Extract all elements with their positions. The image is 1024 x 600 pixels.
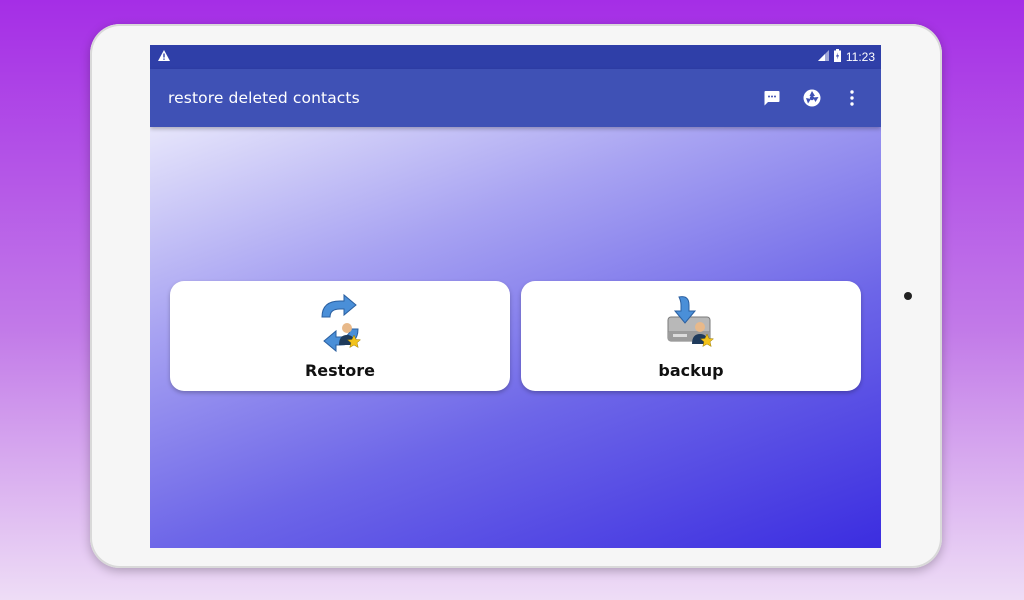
camera-dot [904,292,912,300]
overflow-menu-icon[interactable] [841,87,863,109]
status-indicators: 11:23 [817,49,875,65]
app-bar: restore deleted contacts [150,69,881,127]
app-title: restore deleted contacts [168,89,360,107]
warning-icon [158,50,170,64]
battery-icon [833,49,841,65]
status-bar: 11:23 [150,45,881,69]
app-bar-actions [761,87,863,109]
main-content: Restore backup [150,127,881,548]
app-screen: 11:23 restore deleted contacts Restore b… [150,45,881,548]
restore-button[interactable]: Restore [170,281,510,391]
message-icon[interactable] [761,87,783,109]
backup-contacts-icon [665,293,717,355]
restore-label: Restore [304,361,376,380]
backup-label: backup [658,361,724,380]
signal-icon [817,50,829,64]
restore-contacts-icon [314,293,366,355]
backup-button[interactable]: backup [521,281,861,391]
shutter-icon[interactable] [801,87,823,109]
clock: 11:23 [845,50,875,64]
tablet-frame: 11:23 restore deleted contacts Restore b… [90,24,942,568]
